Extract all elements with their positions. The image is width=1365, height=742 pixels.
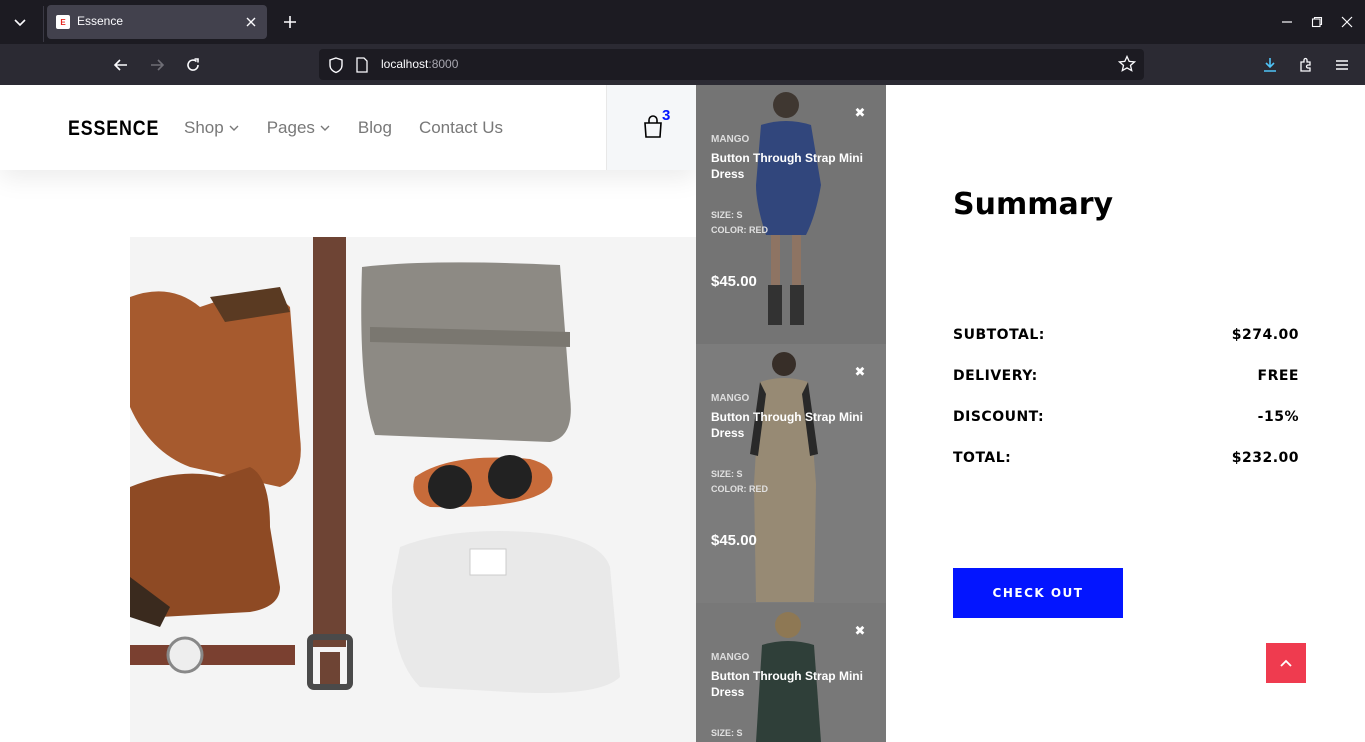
browser-toolbar: localhost:8000	[0, 44, 1365, 85]
item-size: SIZE: S	[711, 469, 743, 479]
item-brand: MANGO	[711, 134, 750, 145]
cart-button[interactable]: 3	[606, 85, 696, 170]
menu-item-shop[interactable]: Shop	[184, 118, 240, 138]
item-brand: MANGO	[711, 393, 750, 404]
favicon-icon: E	[56, 15, 70, 29]
item-name[interactable]: Button Through Strap Mini Dress	[711, 150, 871, 182]
item-price: $45.00	[711, 532, 757, 549]
total-row: TOTAL: $232.00	[953, 450, 1299, 466]
row-value: -15%	[1257, 409, 1299, 425]
menu-label: Shop	[184, 118, 224, 137]
page-icon	[356, 57, 368, 73]
restore-icon[interactable]	[1307, 12, 1327, 32]
subtotal-row: SUBTOTAL: $274.00	[953, 327, 1299, 343]
item-brand: MANGO	[711, 652, 750, 663]
row-value: FREE	[1257, 368, 1299, 384]
scroll-to-top-button[interactable]	[1266, 643, 1306, 683]
remove-item-icon[interactable]: ✖	[854, 106, 866, 121]
tab-list-chevron-icon[interactable]	[8, 10, 32, 34]
url-bar[interactable]: localhost:8000	[319, 49, 1144, 80]
item-name[interactable]: Button Through Strap Mini Dress	[711, 668, 871, 700]
cart-count-badge: 3	[662, 107, 671, 124]
back-arrow-icon[interactable]	[109, 53, 133, 77]
cart-item[interactable]: ✖ MANGO Button Through Strap Mini Dress …	[696, 85, 886, 344]
chevron-down-icon	[229, 125, 239, 131]
delivery-row: DELIVERY: FREE	[953, 368, 1299, 384]
menu-hamburger-icon[interactable]	[1330, 53, 1354, 77]
row-value: $232.00	[1231, 450, 1299, 466]
downloads-icon[interactable]	[1258, 53, 1282, 77]
row-label: SUBTOTAL:	[953, 327, 1045, 343]
menu-label: Pages	[266, 118, 315, 137]
forward-arrow-icon[interactable]	[145, 53, 169, 77]
tab-separator	[43, 6, 44, 42]
web-page: ESSENCE Shop Pages Blog Contact Us 3 ✖ M…	[0, 85, 1365, 742]
row-label: DISCOUNT:	[953, 409, 1045, 425]
menu-item-blog[interactable]: Blog	[358, 118, 392, 138]
new-tab-plus-icon[interactable]	[280, 12, 300, 32]
tab-title: Essence	[77, 14, 124, 28]
cart-item[interactable]: ✖ MANGO Button Through Strap Mini Dress …	[696, 603, 886, 742]
cart-panel: ✖ MANGO Button Through Strap Mini Dress …	[696, 85, 886, 742]
item-price: $45.00	[711, 273, 757, 290]
summary-title: Summary	[953, 187, 1114, 222]
shopping-bag-icon	[644, 115, 662, 138]
row-label: TOTAL:	[953, 450, 1012, 466]
discount-row: DISCOUNT: -15%	[953, 409, 1299, 425]
menu-label: Contact Us	[418, 118, 504, 137]
menu-label: Blog	[357, 118, 392, 137]
bookmark-star-icon[interactable]	[1118, 55, 1136, 73]
browser-tab-bar: E Essence	[0, 0, 1365, 44]
item-size: SIZE: S	[711, 728, 743, 738]
checkout-button[interactable]: CHECK OUT	[953, 568, 1123, 618]
remove-item-icon[interactable]: ✖	[854, 624, 866, 639]
item-color: COLOR: RED	[711, 225, 768, 235]
url-text[interactable]: localhost:8000	[381, 57, 458, 71]
site-header: ESSENCE Shop Pages Blog Contact Us	[0, 85, 696, 170]
browser-tab[interactable]: E Essence	[47, 5, 267, 39]
item-color: COLOR: RED	[711, 484, 768, 494]
chevron-down-icon	[320, 125, 330, 131]
menu-item-pages[interactable]: Pages	[267, 118, 331, 138]
cart-item[interactable]: ✖ MANGO Button Through Strap Mini Dress …	[696, 344, 886, 603]
extensions-icon[interactable]	[1294, 53, 1318, 77]
remove-item-icon[interactable]: ✖	[854, 365, 866, 380]
row-label: DELIVERY:	[953, 368, 1038, 384]
item-size: SIZE: S	[711, 210, 743, 220]
row-value: $274.00	[1231, 327, 1299, 343]
shield-icon[interactable]	[327, 56, 345, 74]
close-window-icon[interactable]	[1337, 12, 1357, 32]
url-port: :8000	[428, 57, 459, 71]
minimize-icon[interactable]	[1277, 12, 1297, 32]
site-logo[interactable]: ESSENCE	[68, 117, 159, 141]
hero-image	[130, 237, 696, 742]
menu-item-contact[interactable]: Contact Us	[419, 118, 503, 138]
reload-icon[interactable]	[181, 53, 205, 77]
item-name[interactable]: Button Through Strap Mini Dress	[711, 409, 871, 441]
url-host: localhost	[381, 57, 429, 71]
main-menu: Shop Pages Blog Contact Us	[184, 118, 530, 138]
chevron-up-icon	[1280, 659, 1292, 667]
tab-close-icon[interactable]	[243, 14, 259, 30]
